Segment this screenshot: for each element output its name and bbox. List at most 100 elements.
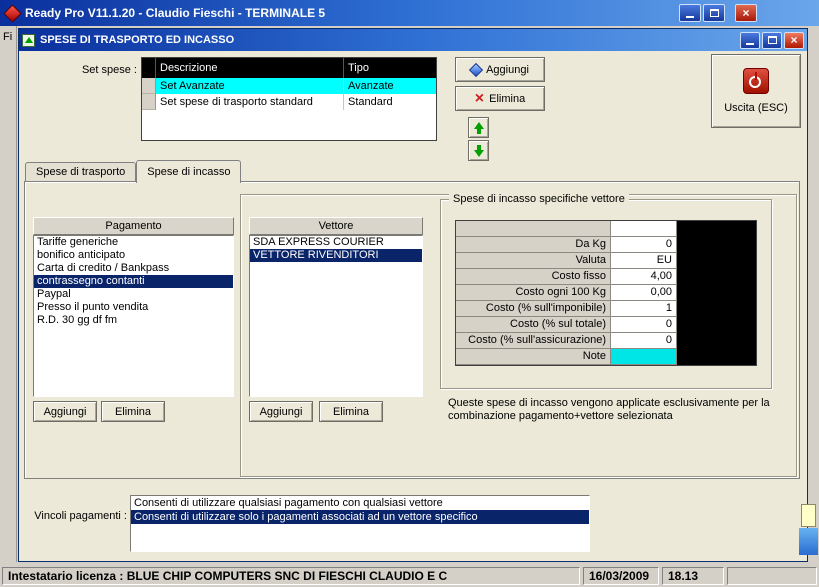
pagamento-delete-button[interactable]: Elimina: [101, 401, 165, 422]
field-label: [456, 221, 611, 237]
dialog-body: Set spese : Descrizione Tipo Set Avanzat…: [19, 51, 807, 561]
set-delete-label: Elimina: [489, 92, 526, 105]
field-value[interactable]: 0,00: [611, 285, 677, 301]
vettore-group: Vettore SDA EXPRESS COURIER VETTORE RIVE…: [240, 193, 797, 477]
statusbar-license: Intestatario licenza : BLUE CHIP COMPUTE…: [2, 566, 580, 585]
field-row: [456, 221, 756, 237]
vettore-header: Vettore: [249, 217, 423, 235]
dialog-minimize-button[interactable]: [740, 31, 760, 49]
list-item[interactable]: SDA EXPRESS COURIER: [250, 236, 422, 249]
set-add-label: Aggiungi: [486, 63, 529, 76]
set-spese-label: Set spese :: [81, 64, 137, 76]
list-item[interactable]: bonifico anticipato: [34, 249, 233, 262]
screen: Ready Pro V11.1.20 - Claudio Fieschi - T…: [0, 0, 819, 587]
vincoli-label: Vincoli pagamenti :: [34, 510, 127, 522]
row-selector: [142, 78, 156, 94]
background-window-fragment: [799, 528, 818, 555]
set-spese-grid: Descrizione Tipo Set Avanzate Avanzate S…: [141, 57, 437, 141]
cell-tipo: Avanzate: [344, 78, 436, 94]
list-item[interactable]: R.D. 30 gg df fm: [34, 314, 233, 327]
set-add-button[interactable]: Aggiungi: [455, 57, 545, 82]
list-item-selected[interactable]: contrassegno contanti: [34, 275, 233, 288]
field-label: Costo (% sul totale): [456, 317, 611, 333]
tab-spese-trasporto[interactable]: Spese di trasporto: [25, 162, 137, 181]
delete-icon: ×: [474, 89, 485, 107]
field-value[interactable]: EU: [611, 253, 677, 269]
vettore-add-button[interactable]: Aggiungi: [249, 401, 313, 422]
background-window-fragment: [801, 504, 816, 527]
menu-partial: Fi: [3, 31, 13, 43]
maximize-button[interactable]: [703, 4, 725, 22]
close-icon[interactable]: ×: [735, 4, 757, 22]
field-row: Costo (% sul totale) 0: [456, 317, 756, 333]
field-value[interactable]: 0: [611, 317, 677, 333]
list-item[interactable]: Tariffe generiche: [34, 236, 233, 249]
tab-page-spese-incasso: Pagamento Tariffe generiche bonifico ant…: [24, 181, 800, 479]
vincoli-list: Consenti di utilizzare qualsiasi pagamen…: [130, 495, 590, 552]
field-value[interactable]: 0: [611, 237, 677, 253]
list-item[interactable]: Carta di credito / Bankpass: [34, 262, 233, 275]
cell-descrizione: Set Avanzate: [156, 78, 344, 94]
move-down-button[interactable]: [468, 140, 489, 161]
list-item-selected[interactable]: VETTORE RIVENDITORI: [250, 249, 422, 262]
dialog-spese-trasporto: SPESE DI TRASPORTO ED INCASSO × Set spes…: [18, 28, 808, 562]
column-tipo: Tipo: [348, 62, 369, 74]
field-label: Da Kg: [456, 237, 611, 253]
minimize-button[interactable]: [679, 4, 701, 22]
statusbar-time: 18.13: [662, 566, 724, 585]
power-icon: [743, 68, 769, 94]
add-icon: [469, 62, 484, 77]
dialog-close-icon[interactable]: ×: [784, 31, 804, 49]
field-row: Costo fisso 4,00: [456, 269, 756, 285]
field-value[interactable]: 1: [611, 301, 677, 317]
main-window-controls: ×: [677, 4, 757, 22]
field-row: Note: [456, 349, 756, 365]
exit-button[interactable]: Uscita (ESC): [711, 54, 801, 128]
dialog-icon: [22, 33, 35, 47]
column-descrizione: Descrizione: [156, 58, 344, 78]
table-row[interactable]: Set Avanzate Avanzate: [142, 78, 436, 94]
window-edge: [16, 26, 17, 562]
dialog-maximize-button[interactable]: [762, 31, 782, 49]
vettore-list: SDA EXPRESS COURIER VETTORE RIVENDITORI: [249, 235, 423, 397]
spese-incasso-group-title: Spese di incasso specifiche vettore: [449, 193, 629, 205]
vettore-delete-button[interactable]: Elimina: [319, 401, 383, 422]
field-label: Costo (% sull'imponibile): [456, 301, 611, 317]
list-item[interactable]: Paypal: [34, 288, 233, 301]
pagamento-header: Pagamento: [33, 217, 234, 235]
table-row[interactable]: Set spese di trasporto standard Standard: [142, 94, 436, 110]
field-value[interactable]: 0: [611, 333, 677, 349]
field-row: Costo (% sull'imponibile) 1: [456, 301, 756, 317]
statusbar: Intestatario licenza : BLUE CHIP COMPUTE…: [0, 564, 819, 587]
field-row: Valuta EU: [456, 253, 756, 269]
incasso-note-text: Queste spese di incasso vengono applicat…: [448, 397, 770, 422]
set-delete-button[interactable]: × Elimina: [455, 86, 545, 111]
app-icon: [3, 3, 22, 23]
field-label: Note: [456, 349, 611, 365]
vincoli-option[interactable]: Consenti di utilizzare qualsiasi pagamen…: [131, 496, 589, 510]
field-label: Costo fisso: [456, 269, 611, 285]
cell-tipo: Standard: [348, 96, 393, 108]
tab-strip: Spese di trasporto Spese di incasso: [25, 159, 242, 183]
spese-incasso-grid: Da Kg 0 Valuta EU Costo fisso 4,00 Costo…: [455, 220, 757, 366]
selector-header: [142, 58, 156, 78]
arrow-up-icon: [473, 121, 484, 134]
main-window-title: Ready Pro V11.1.20 - Claudio Fieschi - T…: [25, 6, 326, 20]
tab-spese-incasso[interactable]: Spese di incasso: [136, 160, 242, 183]
dialog-title: SPESE DI TRASPORTO ED INCASSO: [40, 34, 235, 46]
arrow-down-icon: [473, 144, 484, 157]
move-up-button[interactable]: [468, 117, 489, 138]
statusbar-date: 16/03/2009: [583, 566, 659, 585]
field-row: Costo ogni 100 Kg 0,00: [456, 285, 756, 301]
field-value[interactable]: 4,00: [611, 269, 677, 285]
pagamento-add-button[interactable]: Aggiungi: [33, 401, 97, 422]
list-item[interactable]: Presso il punto vendita: [34, 301, 233, 314]
field-label: Costo ogni 100 Kg: [456, 285, 611, 301]
field-row: Da Kg 0: [456, 237, 756, 253]
field-value[interactable]: [611, 221, 677, 237]
pagamento-list: Tariffe generiche bonifico anticipato Ca…: [33, 235, 234, 397]
field-value-note[interactable]: [611, 349, 677, 365]
vincoli-option-selected[interactable]: Consenti di utilizzare solo i pagamenti …: [131, 510, 589, 524]
statusbar-empty: [727, 566, 817, 585]
spese-incasso-group: Spese di incasso specifiche vettore Da K…: [440, 193, 772, 389]
